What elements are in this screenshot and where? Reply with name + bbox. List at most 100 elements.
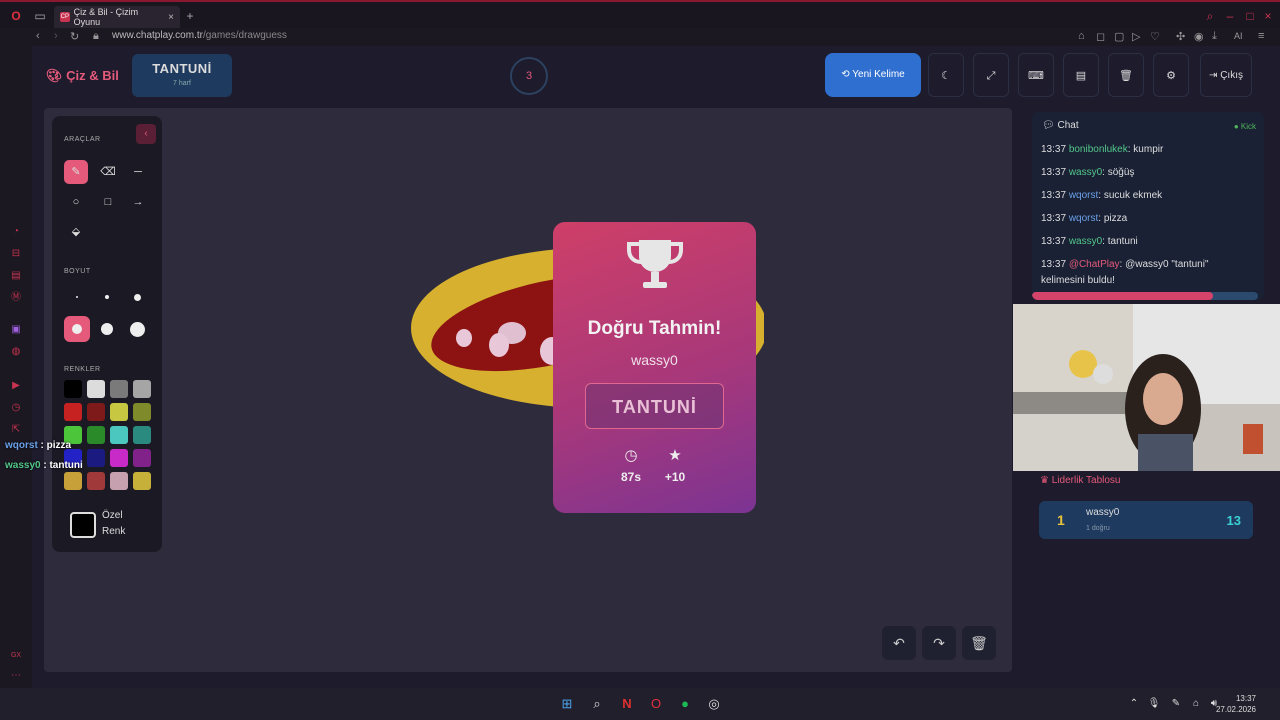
new-tab-icon[interactable]: + bbox=[182, 8, 198, 24]
size-xxlarge[interactable] bbox=[124, 316, 150, 342]
discord-icon[interactable]: ◍ bbox=[10, 346, 22, 358]
tray-chevron-icon[interactable]: ⌃ bbox=[1126, 696, 1142, 712]
color-swatch[interactable] bbox=[87, 403, 105, 421]
pen-icon[interactable]: ✎ bbox=[1168, 696, 1184, 712]
minimize-icon[interactable]: – bbox=[1222, 8, 1238, 24]
color-swatch[interactable] bbox=[110, 472, 128, 490]
extensions-icon[interactable]: ⌂ bbox=[1078, 30, 1085, 42]
drawing-canvas[interactable]: ARAÇLAR ‹ ✎ ⌫ ─ ○ □ → ⬙ BOYUT RENKLER Öz bbox=[44, 108, 1012, 672]
chat-time: 13:37 bbox=[1041, 213, 1067, 224]
twitch-icon[interactable]: ▣ bbox=[10, 324, 22, 336]
rectangle-tool[interactable]: □ bbox=[96, 190, 120, 214]
archive-button[interactable]: ▤ bbox=[1063, 53, 1099, 97]
color-swatch[interactable] bbox=[133, 426, 151, 444]
spotify-icon[interactable]: ● bbox=[677, 696, 693, 712]
opera-taskbar-icon[interactable]: O bbox=[648, 696, 664, 712]
color-swatch[interactable] bbox=[87, 426, 105, 444]
shop-icon[interactable]: ⊟ bbox=[10, 248, 22, 260]
dark-mode-button[interactable]: ☾ bbox=[928, 53, 964, 97]
fill-tool[interactable]: ⬙ bbox=[64, 220, 88, 244]
chat-user[interactable]: wqorst bbox=[1069, 190, 1098, 201]
chat-user[interactable]: @ChatPlay bbox=[1069, 259, 1120, 270]
color-swatch[interactable] bbox=[133, 403, 151, 421]
chat-user[interactable]: wassy0 bbox=[1069, 236, 1102, 247]
download-icon[interactable]: ⤓ bbox=[1212, 30, 1217, 43]
close-window-icon[interactable]: × bbox=[1260, 8, 1276, 24]
m-icon[interactable]: Ⓜ bbox=[10, 292, 22, 304]
brush-tool[interactable]: ✎ bbox=[64, 160, 88, 184]
crown-icon: ♛ bbox=[1040, 475, 1049, 486]
tab-current[interactable]: CP Çiz & Bil - Çizim Oyunu × bbox=[54, 6, 180, 28]
network-icon[interactable]: ⌂ bbox=[1188, 696, 1204, 712]
maximize-icon[interactable]: □ bbox=[1242, 8, 1258, 24]
profile-icon[interactable]: ◉ bbox=[1194, 30, 1204, 43]
tab-close-icon[interactable]: × bbox=[168, 12, 174, 23]
color-swatch[interactable] bbox=[110, 380, 128, 398]
snapshot-icon[interactable]: ◻ bbox=[1096, 30, 1105, 43]
opera-logo-icon[interactable]: O bbox=[8, 8, 24, 24]
color-swatch[interactable] bbox=[87, 449, 105, 467]
menu-icon[interactable]: ≡ bbox=[1258, 30, 1264, 42]
forward-icon[interactable]: › bbox=[54, 30, 58, 42]
steam-icon[interactable]: ◎ bbox=[706, 696, 722, 712]
arrow-tool[interactable]: → bbox=[126, 190, 150, 214]
color-swatch[interactable] bbox=[133, 472, 151, 490]
undo-button[interactable]: ↶ bbox=[882, 626, 916, 660]
size-medium[interactable] bbox=[124, 284, 150, 310]
color-swatch[interactable] bbox=[64, 472, 82, 490]
color-swatch[interactable] bbox=[64, 403, 82, 421]
color-swatch[interactable] bbox=[133, 449, 151, 467]
history-icon[interactable]: ◷ bbox=[10, 402, 22, 414]
exit-button[interactable]: ⇥ Çıkış bbox=[1200, 53, 1252, 97]
size-large[interactable] bbox=[64, 316, 90, 342]
new-word-button[interactable]: ⟲ Yeni Kelime bbox=[825, 53, 921, 97]
trash-button[interactable]: 🗑︎ bbox=[1108, 53, 1144, 97]
color-swatch[interactable] bbox=[64, 380, 82, 398]
fullscreen-button[interactable]: ⤢ bbox=[973, 53, 1009, 97]
back-icon[interactable]: ‹ bbox=[36, 30, 40, 42]
color-swatch[interactable] bbox=[110, 403, 128, 421]
eraser-tool[interactable]: ⌫ bbox=[96, 160, 120, 184]
windows-start-icon[interactable]: ⊞ bbox=[559, 696, 575, 712]
reload-icon[interactable]: ↻ bbox=[70, 30, 79, 43]
messenger-icon[interactable]: ▤ bbox=[10, 270, 22, 282]
settings-button[interactable]: ⚙ bbox=[1153, 53, 1189, 97]
more-icon[interactable]: ⋯ bbox=[10, 670, 22, 682]
color-swatch[interactable] bbox=[110, 449, 128, 467]
chat-user[interactable]: wqorst bbox=[1069, 213, 1098, 224]
speed-dial-icon[interactable]: ◔ bbox=[10, 226, 22, 238]
wallet-icon[interactable]: ▢ bbox=[1114, 30, 1124, 43]
overlay-user: wqorst bbox=[5, 440, 38, 451]
custom-color-button[interactable] bbox=[70, 512, 96, 538]
size-small[interactable] bbox=[94, 284, 120, 310]
size-tiny[interactable] bbox=[64, 284, 90, 310]
ai-label[interactable]: AI bbox=[1234, 31, 1243, 41]
size-xlarge[interactable] bbox=[94, 316, 120, 342]
circle-tool[interactable]: ○ bbox=[64, 190, 88, 214]
netflix-icon[interactable]: N bbox=[619, 696, 635, 712]
line-tool[interactable]: ─ bbox=[126, 160, 150, 184]
redo-button[interactable]: ↷ bbox=[922, 626, 956, 660]
collapse-panel-button[interactable]: ‹ bbox=[136, 124, 156, 144]
heart-icon[interactable]: ♡ bbox=[1150, 30, 1160, 43]
system-clock[interactable]: 13:37 27.02.2026 bbox=[1216, 693, 1256, 715]
chat-user[interactable]: wassy0 bbox=[1069, 167, 1102, 178]
player-side-icon[interactable]: ▶ bbox=[10, 380, 22, 392]
search-icon[interactable]: ⌕ bbox=[1202, 8, 1218, 24]
url-input[interactable]: www.chatplay.com.tr/games/drawguess bbox=[112, 30, 287, 41]
color-swatch[interactable] bbox=[110, 426, 128, 444]
pinboard-icon[interactable]: ⇱ bbox=[10, 424, 22, 436]
tab-islands-icon[interactable]: ▭ bbox=[32, 8, 48, 24]
color-swatch[interactable] bbox=[87, 472, 105, 490]
puzzle-icon[interactable]: ✣ bbox=[1176, 30, 1185, 43]
color-swatch[interactable] bbox=[133, 380, 151, 398]
mic-icon[interactable]: 🎙︎ bbox=[1146, 696, 1162, 712]
chat-user[interactable]: bonibonlukek bbox=[1069, 144, 1128, 155]
clear-canvas-button[interactable]: 🗑︎ bbox=[962, 626, 996, 660]
search-taskbar-icon[interactable]: ⌕ bbox=[589, 696, 605, 712]
keyboard-button[interactable]: ⌨ bbox=[1018, 53, 1054, 97]
player-icon[interactable]: ▷ bbox=[1132, 30, 1140, 43]
color-swatch[interactable] bbox=[87, 380, 105, 398]
app-logo[interactable]: 🎨︎ Çiz & Bil bbox=[46, 68, 119, 84]
gx-icon[interactable]: GX bbox=[10, 650, 22, 662]
